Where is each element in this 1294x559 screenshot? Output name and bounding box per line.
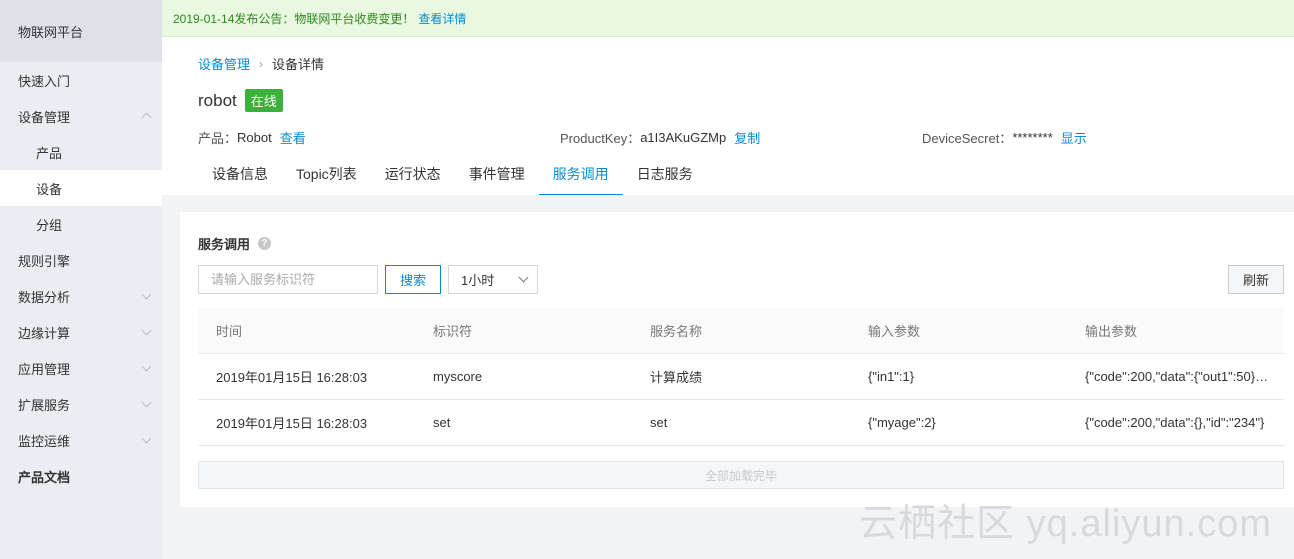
table-cell: {"in1":1} — [868, 369, 915, 384]
breadcrumb-current: 设备详情 — [272, 57, 325, 72]
chevron-up-icon — [142, 111, 152, 121]
sidebar-item[interactable]: 规则引擎 — [0, 242, 162, 278]
chevron-down-icon — [142, 291, 152, 301]
sidebar-item[interactable]: 产品 — [0, 134, 162, 170]
sidebar-item-label: 产品 — [36, 145, 63, 161]
sidebar-item[interactable]: 设备 — [0, 170, 162, 206]
sidebar-item-label: 应用管理 — [18, 361, 71, 377]
sidebar-item-label: 监控运维 — [18, 433, 71, 449]
productkey-copy-link[interactable]: 复制 — [734, 128, 760, 147]
sidebar-item-label: 快速入门 — [18, 73, 71, 89]
table-cell: set — [650, 415, 668, 430]
notice-banner: 2019-01-14发布公告：物联网平台收费变更！ 查看详情 — [162, 0, 1294, 37]
refresh-button[interactable]: 刷新 — [1228, 265, 1284, 294]
table-cell: {"code":200,"data":{"out1":50},"id":"234… — [1085, 369, 1284, 384]
main-content: 2019-01-14发布公告：物联网平台收费变更！ 查看详情 设备管理 › 设备… — [162, 0, 1294, 559]
sidebar-item[interactable]: 分组 — [0, 206, 162, 242]
chevron-down-icon — [142, 327, 152, 337]
card-title-text: 服务调用 — [198, 237, 251, 252]
column-header: 服务名称 — [650, 324, 703, 339]
device-tabs: 设备信息 Topic列表 运行状态 事件管理 服务调用 日志服务 — [198, 159, 707, 195]
chevron-down-icon — [142, 399, 152, 409]
sidebar-item[interactable]: 边缘计算 — [0, 314, 162, 350]
table-header-row: 时间 标识符 服务名称 输入参数 输出参数 — [198, 308, 1284, 354]
table-cell: {"myage":2} — [868, 415, 936, 430]
tab[interactable]: 日志服务 — [623, 159, 707, 195]
devicesecret-show-link[interactable]: 显示 — [1061, 128, 1087, 147]
column-header: 标识符 — [433, 324, 473, 339]
productkey-label: ProductKey： — [560, 131, 641, 146]
time-range-select[interactable]: 1小时 — [448, 265, 538, 294]
sidebar-item[interactable]: 数据分析 — [0, 278, 162, 314]
search-button[interactable]: 搜索 — [385, 265, 441, 294]
column-header: 输入参数 — [868, 324, 921, 339]
table-cell: {"code":200,"data":{},"id":"234"} — [1085, 415, 1265, 430]
time-range-value: 1小时 — [461, 273, 495, 288]
sidebar-item-label: 设备管理 — [18, 109, 71, 125]
device-header: 设备管理 › 设备详情 robot 在线 产品： Robot 查看 Produc… — [162, 37, 1294, 195]
sidebar-item[interactable]: 快速入门 — [0, 62, 162, 98]
sidebar: 物联网平台 快速入门设备管理产品设备分组规则引擎数据分析边缘计算应用管理扩展服务… — [0, 0, 162, 559]
column-header: 输出参数 — [1085, 324, 1138, 339]
table-row: 2019年01月15日 16:28:03 set set {"myage":2} {"c… — [198, 400, 1284, 446]
breadcrumb: 设备管理 › 设备详情 — [198, 54, 324, 73]
service-call-table: 时间 标识符 服务名称 输入参数 输出参数 2019年01月15日 16:28:03 mys… — [198, 308, 1284, 446]
notice-details-link[interactable]: 查看详情 — [418, 10, 466, 27]
devicesecret-value: ******** — [1012, 130, 1053, 145]
service-call-card: 服务调用 ? 搜索 1小时 刷新 时间 标识符 服务名称 输入参数 输出参数 2019年0… — [180, 212, 1294, 507]
help-icon[interactable]: ? — [258, 237, 272, 250]
tab[interactable]: 服务调用 — [538, 159, 623, 195]
load-more-bar: 全部加载完毕 — [198, 461, 1284, 489]
devicesecret-label: DeviceSecret： — [922, 131, 1013, 146]
watermark: 云栖社区 yq.aliyun.com — [859, 503, 1272, 545]
sidebar-title: 物联网平台 — [0, 0, 162, 62]
column-header: 时间 — [216, 324, 243, 339]
productkey-meta: ProductKey： a1I3AKuGZMp 复制 — [560, 128, 760, 147]
sidebar-item[interactable]: 设备管理 — [0, 98, 162, 134]
card-title: 服务调用 ? — [198, 234, 272, 253]
notice-text: 2019-01-14发布公告：物联网平台收费变更！ — [173, 11, 415, 26]
devicesecret-meta: DeviceSecret： ******** 显示 — [922, 128, 1087, 147]
table-row: 2019年01月15日 16:28:03 myscore 计算成绩 {"in1":1}… — [198, 354, 1284, 400]
tab[interactable]: Topic列表 — [282, 159, 371, 195]
sidebar-item-label: 设备 — [36, 181, 63, 197]
product-value: Robot — [237, 130, 272, 145]
product-meta: 产品： Robot 查看 — [198, 128, 306, 147]
status-badge: 在线 — [244, 89, 283, 112]
sidebar-item-label: 规则引擎 — [18, 253, 71, 269]
sidebar-item[interactable]: 扩展服务 — [0, 386, 162, 422]
table-cell: set — [433, 415, 451, 430]
product-label: 产品： — [198, 131, 238, 146]
tab[interactable]: 事件管理 — [455, 159, 539, 195]
sidebar-item-label: 数据分析 — [18, 289, 71, 305]
chevron-down-icon — [142, 435, 152, 445]
breadcrumb-separator-icon: › — [259, 56, 264, 71]
device-title-row: robot 在线 — [198, 89, 283, 112]
device-name: robot — [198, 90, 237, 110]
sidebar-nav: 快速入门设备管理产品设备分组规则引擎数据分析边缘计算应用管理扩展服务监控运维产品… — [0, 62, 162, 494]
chevron-down-icon — [518, 272, 529, 283]
tab[interactable]: 设备信息 — [198, 159, 282, 195]
chevron-down-icon — [142, 363, 152, 373]
table-cell: 2019年01月15日 16:28:03 — [216, 370, 368, 385]
productkey-value: a1I3AKuGZMp — [640, 130, 727, 145]
sidebar-item-label: 产品文档 — [18, 469, 71, 485]
product-view-link[interactable]: 查看 — [280, 128, 306, 147]
tab[interactable]: 运行状态 — [371, 159, 455, 195]
service-identifier-search-input[interactable] — [198, 265, 378, 294]
sidebar-item[interactable]: 产品文档 — [0, 458, 162, 494]
sidebar-item-label: 扩展服务 — [18, 397, 71, 413]
sidebar-item-label: 边缘计算 — [18, 325, 71, 341]
table-cell: 2019年01月15日 16:28:03 — [216, 416, 368, 431]
table-cell: myscore — [433, 369, 483, 384]
table-cell: 计算成绩 — [650, 370, 703, 385]
sidebar-item[interactable]: 应用管理 — [0, 350, 162, 386]
sidebar-item-label: 分组 — [36, 217, 63, 233]
sidebar-item[interactable]: 监控运维 — [0, 422, 162, 458]
breadcrumb-device-management[interactable]: 设备管理 — [198, 54, 250, 73]
